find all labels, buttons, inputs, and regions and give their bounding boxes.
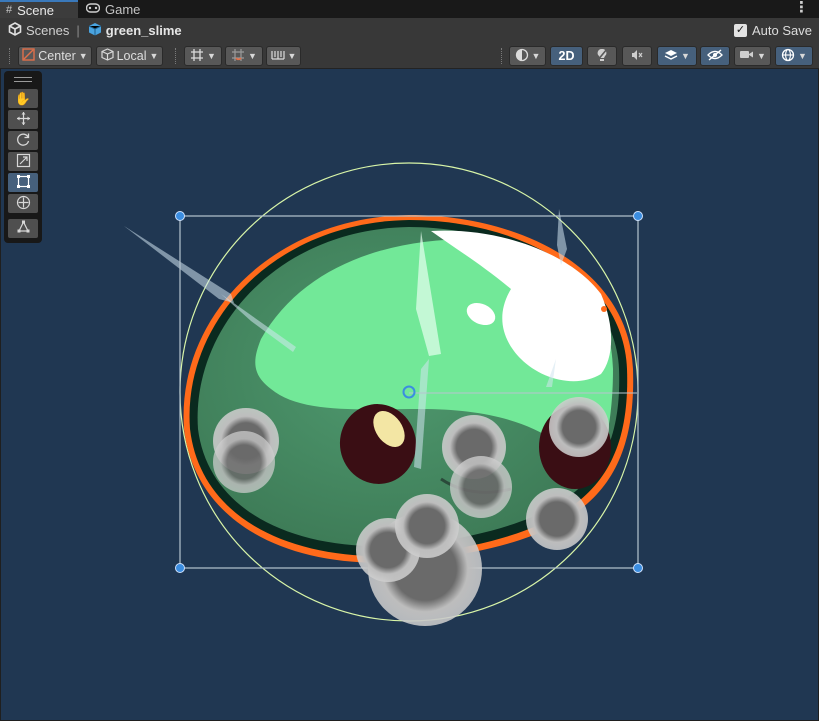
chevron-down-icon: ▼ <box>531 51 541 61</box>
pivot-mode-dropdown[interactable]: Center ▼ <box>18 46 92 66</box>
rect-handle-top-right[interactable] <box>633 211 643 221</box>
gizmo-globe-icon <box>781 48 795 65</box>
toolbar-grip[interactable] <box>175 48 178 64</box>
rect-tool-button[interactable] <box>8 173 38 192</box>
scale-icon <box>16 153 31 171</box>
eye-slash-icon <box>707 48 723 64</box>
window-tab-bar: # Scene Game ⋮ <box>0 0 819 18</box>
hidden-objects-toggle[interactable] <box>700 46 730 66</box>
camera-icon <box>739 49 754 63</box>
local-cube-icon <box>100 48 114 64</box>
chevron-down-icon: ▼ <box>681 51 690 61</box>
rect-handle-top-left[interactable] <box>175 211 185 221</box>
scale-tool-button[interactable] <box>8 152 38 171</box>
lightbulb-icon <box>595 47 609 65</box>
transform-icon <box>16 195 31 213</box>
tab-scene[interactable]: # Scene <box>0 0 78 18</box>
grid-snapping-dropdown[interactable]: ▼ <box>225 46 263 66</box>
custom-tool-icon <box>16 220 31 238</box>
chevron-down-icon: ▼ <box>78 51 88 61</box>
toggle-2d-label: 2D <box>558 49 575 63</box>
prefab-cube-icon <box>88 22 102 39</box>
tab-scene-label: Scene <box>17 2 54 18</box>
custom-tool-button[interactable] <box>8 219 38 238</box>
rect-handle-bottom-left[interactable] <box>175 563 185 573</box>
rect-icon <box>16 174 31 192</box>
rotate-tool-button[interactable] <box>8 131 38 150</box>
camera-settings-dropdown[interactable]: ▼ <box>734 46 771 66</box>
transform-tool-button[interactable] <box>8 194 38 213</box>
hand-tool-button[interactable]: ✋ <box>8 89 38 108</box>
tab-game[interactable]: Game <box>80 0 150 18</box>
gamepad-icon <box>85 2 101 16</box>
draw-mode-dropdown[interactable]: ▼ <box>509 46 546 66</box>
chevron-down-icon: ▼ <box>149 51 159 61</box>
breadcrumb: Scenes | green_slime ✓ Auto Save <box>0 18 819 42</box>
ruler-icon <box>270 49 285 64</box>
toolbar-grip[interactable] <box>9 48 12 64</box>
breadcrumb-scenes[interactable]: Scenes <box>8 21 70 39</box>
chevron-down-icon: ▼ <box>248 51 257 61</box>
rotate-icon <box>16 132 31 150</box>
effects-layers-icon <box>664 48 678 65</box>
chevron-down-icon: ▼ <box>287 51 297 61</box>
grid-icon: # <box>6 4 13 16</box>
tools-overlay-grip[interactable] <box>14 77 32 82</box>
pivot-rotation-dropdown[interactable]: Local ▼ <box>96 46 163 66</box>
chevron-down-icon: ▼ <box>798 51 807 61</box>
chevron-down-icon: ▼ <box>757 51 766 61</box>
effects-dropdown[interactable]: ▼ <box>657 46 697 66</box>
breadcrumb-scenes-label: Scenes <box>26 22 70 38</box>
breadcrumb-object-label: green_slime <box>105 22 182 38</box>
pivot-center-icon <box>22 48 35 64</box>
autosave-toggle[interactable]: ✓ Auto Save <box>734 23 812 38</box>
move-tool-button[interactable] <box>8 110 38 129</box>
chevron-down-icon: ▼ <box>207 51 216 61</box>
breadcrumb-object[interactable]: green_slime <box>88 22 182 39</box>
autosave-label: Auto Save <box>752 23 812 38</box>
autosave-checkbox[interactable]: ✓ <box>734 24 747 37</box>
speaker-muted-icon <box>630 48 644 65</box>
move-arrows-icon <box>16 111 31 129</box>
rect-handle-bottom-right[interactable] <box>633 563 643 573</box>
scene-canvas[interactable] <box>1 69 818 720</box>
scene-viewport[interactable] <box>1 69 818 720</box>
toggle-2d-button[interactable]: 2D <box>550 46 583 66</box>
shading-sphere-icon <box>515 48 529 65</box>
increment-snap-dropdown[interactable]: ▼ <box>266 46 301 66</box>
gizmos-dropdown[interactable]: ▼ <box>775 46 813 66</box>
grid-snap-icon <box>231 48 245 65</box>
hand-icon: ✋ <box>14 90 32 106</box>
pivot-mode-label: Center <box>38 49 76 63</box>
tab-game-label: Game <box>105 1 141 17</box>
breadcrumb-separator: | <box>76 22 80 38</box>
grid-icon <box>190 48 204 65</box>
unity-logo-icon <box>8 21 22 39</box>
pivot-rotation-label: Local <box>116 49 147 63</box>
grid-visibility-dropdown[interactable]: ▼ <box>184 46 222 66</box>
tools-overlay: ✋ <box>4 71 42 243</box>
lighting-toggle[interactable] <box>587 46 617 66</box>
toolbar-grip[interactable] <box>501 48 504 64</box>
audio-toggle[interactable] <box>622 46 652 66</box>
kebab-menu-icon[interactable]: ⋮ <box>794 0 809 18</box>
scene-toolbar: Center ▼ Local ▼ ▼ ▼ ▼ ▼ 2D ▼ ▼ ▼ <box>0 42 819 69</box>
